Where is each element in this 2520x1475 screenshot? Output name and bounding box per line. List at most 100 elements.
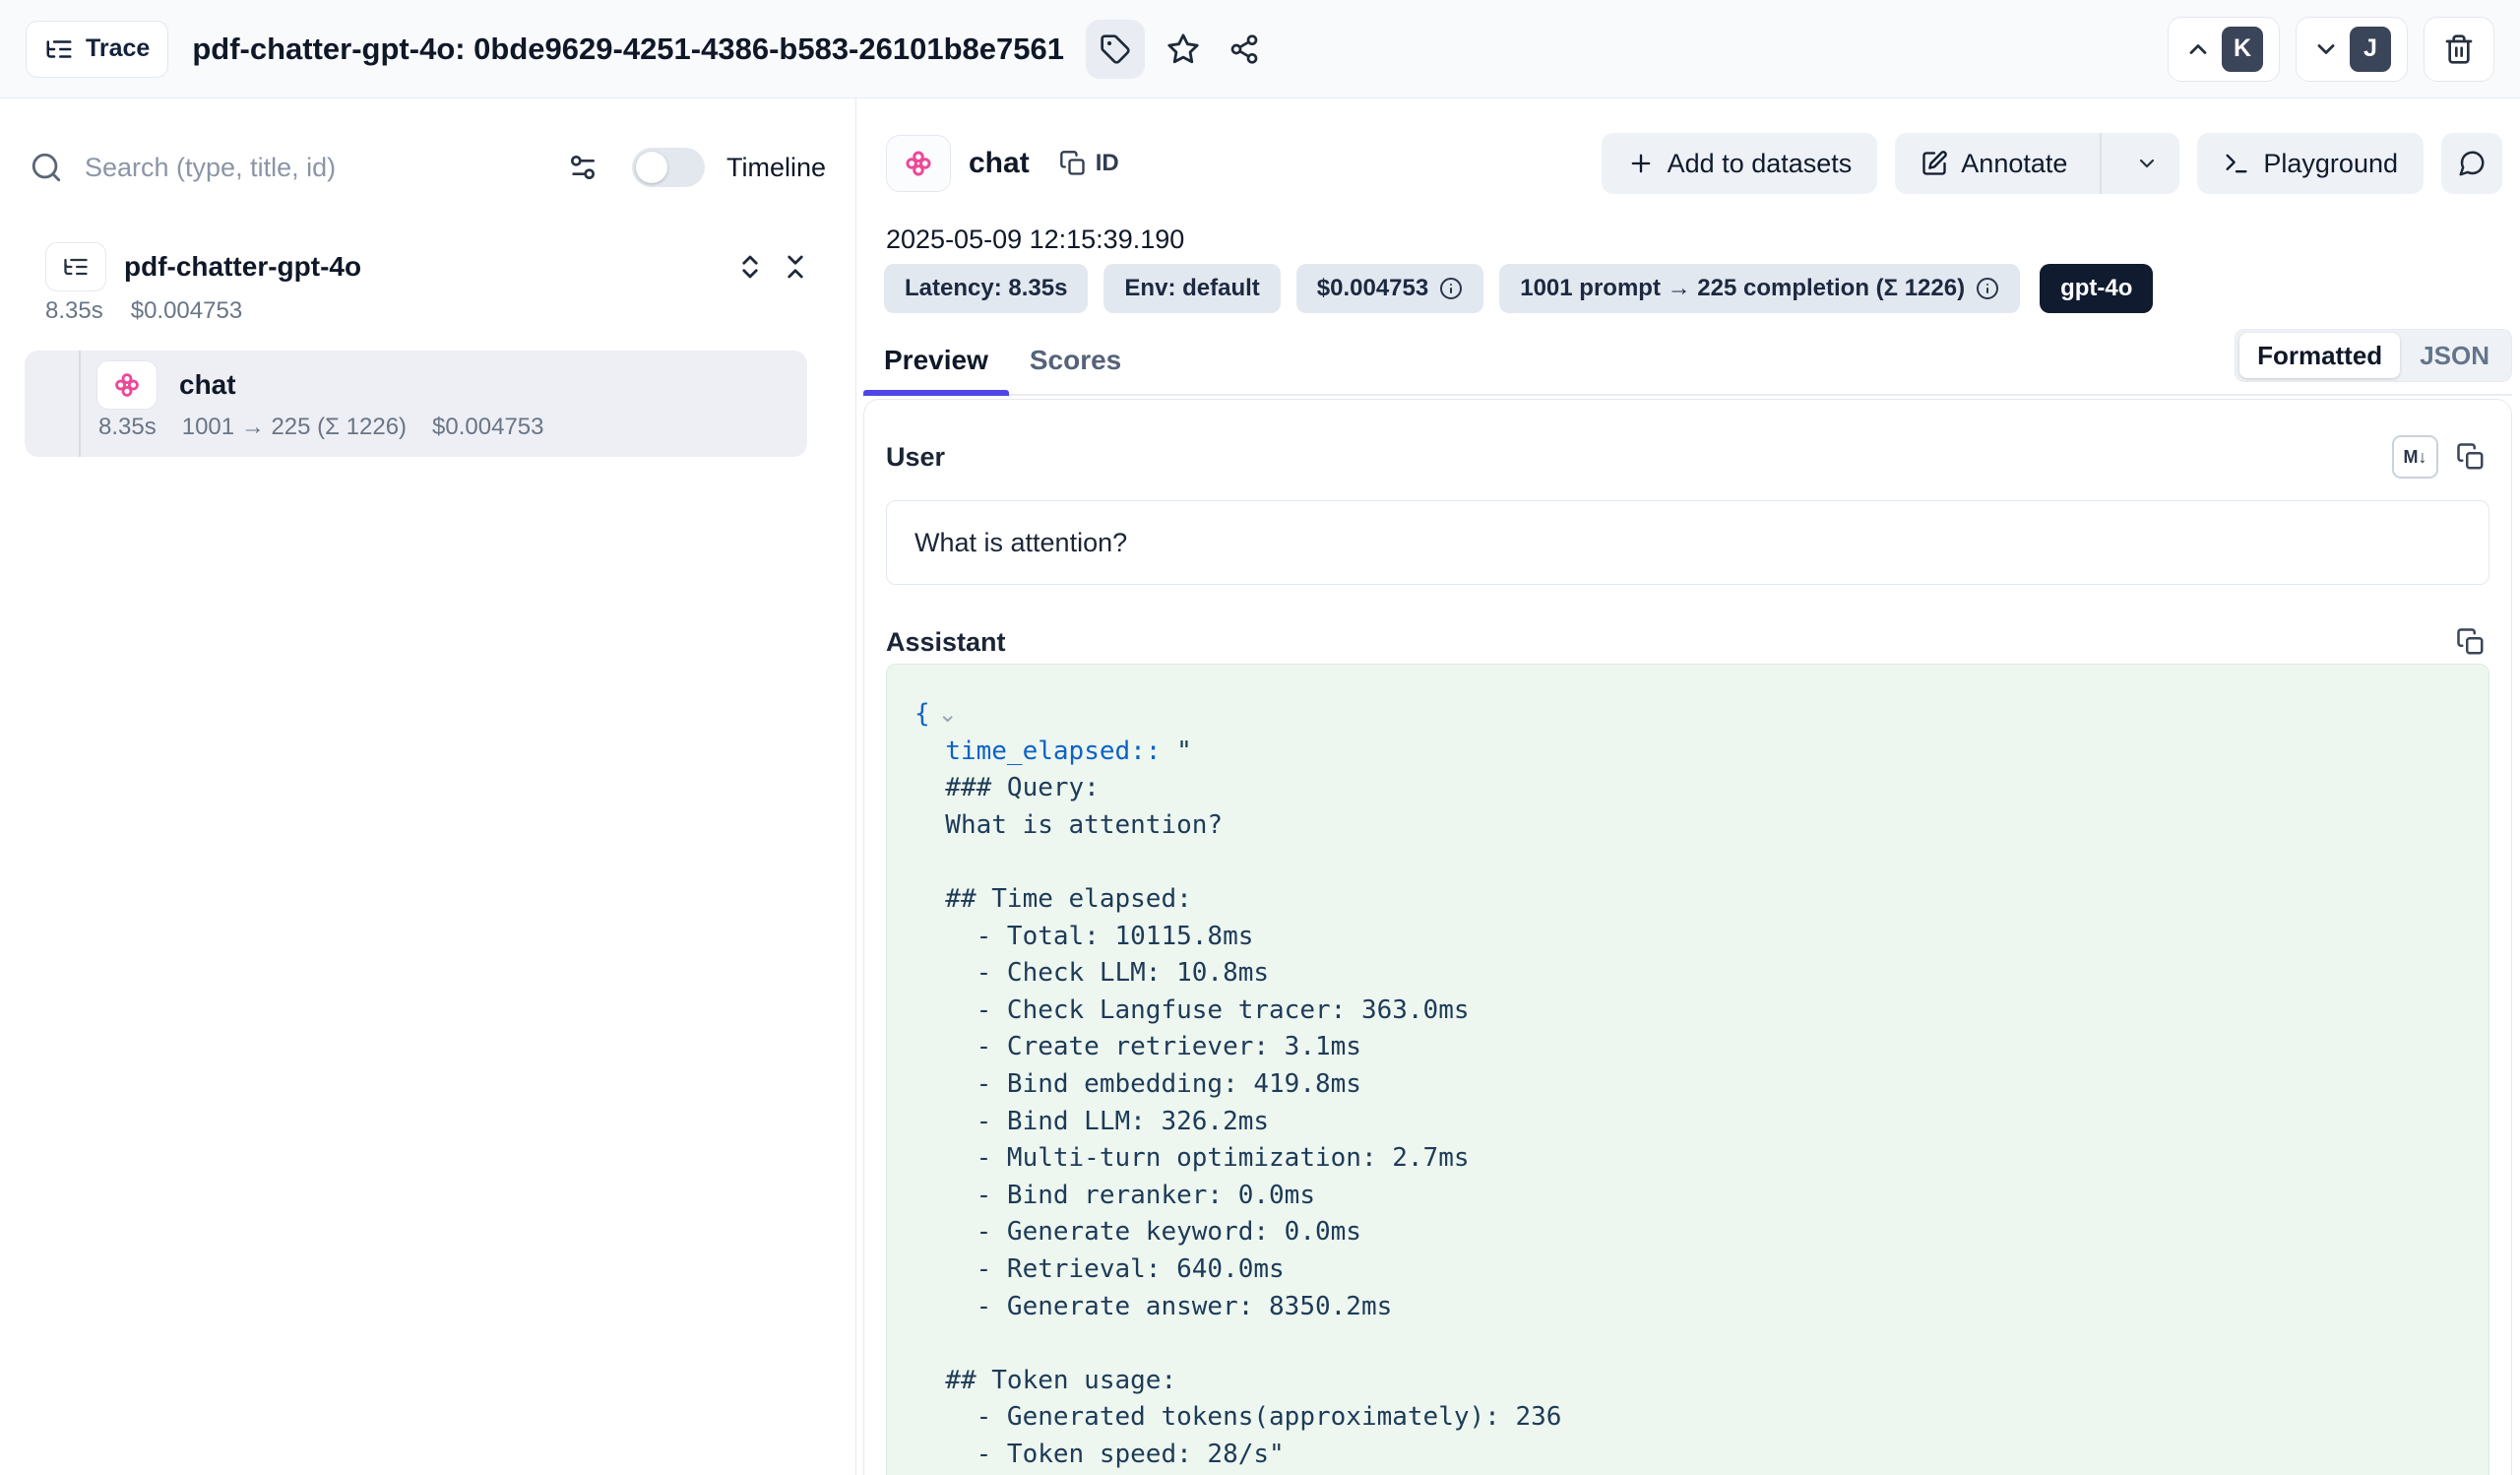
filter-settings-icon[interactable] bbox=[567, 152, 598, 183]
observation-detail: chat ID Add to datasets An bbox=[856, 98, 2520, 1475]
code-line: - Total: 10115.8ms bbox=[914, 919, 2469, 956]
trace-detail-page: { "header": { "badge_label": "Trace", "t… bbox=[0, 0, 2520, 1475]
tabs-row: Preview Scores Formatted JSON bbox=[863, 325, 2512, 396]
comment-bubble-icon bbox=[2457, 149, 2487, 178]
metric-badge: Latency: 8.35s bbox=[884, 264, 1088, 313]
preview-panel: User M↓ What is attention? Assistant bbox=[863, 399, 2512, 1475]
nav-next-button[interactable]: J bbox=[2296, 17, 2408, 82]
user-section-header: User M↓ bbox=[864, 400, 2511, 479]
markdown-toggle-button[interactable]: M↓ bbox=[2392, 435, 2438, 479]
annotate-label: Annotate bbox=[1961, 149, 2067, 179]
root-latency: 8.35s bbox=[45, 297, 103, 325]
code-line bbox=[914, 1325, 2469, 1363]
trace-node-badge bbox=[45, 242, 106, 291]
format-json[interactable]: JSON bbox=[2402, 333, 2507, 378]
tree-node-label: chat bbox=[179, 369, 236, 401]
tab-preview[interactable]: Preview bbox=[863, 345, 1009, 394]
trash-icon bbox=[2443, 33, 2475, 65]
nav-previous-button[interactable]: K bbox=[2168, 17, 2280, 82]
playground-button[interactable]: Playground bbox=[2197, 133, 2424, 194]
code-line: ## Time elapsed: bbox=[914, 881, 2469, 919]
info-icon[interactable] bbox=[1439, 277, 1463, 300]
button-divider bbox=[2100, 133, 2102, 194]
code-line: - Bind reranker: 0.0ms bbox=[914, 1178, 2469, 1215]
annotate-dropdown-button[interactable] bbox=[2114, 133, 2179, 194]
info-icon[interactable] bbox=[1976, 277, 1999, 300]
trace-badge-label: Trace bbox=[86, 34, 150, 63]
add-to-datasets-button[interactable]: Add to datasets bbox=[1602, 133, 1878, 194]
chevron-up-icon bbox=[2184, 35, 2212, 63]
node-latency: 8.35s bbox=[98, 414, 157, 441]
pinwheel-icon bbox=[111, 369, 143, 401]
tree-indent-guide bbox=[79, 351, 81, 457]
code-line: - Token speed: 28/s" bbox=[914, 1437, 2469, 1474]
root-cost: $0.004753 bbox=[131, 297, 242, 325]
chevron-down-icon bbox=[2135, 152, 2159, 175]
tag-icon bbox=[1100, 33, 1131, 65]
pinwheel-icon bbox=[902, 147, 935, 180]
tree-expand-controls bbox=[735, 252, 810, 282]
tree-node-metrics: 8.35s 1001 → 225 (Σ 1226) $0.004753 bbox=[98, 414, 544, 441]
trace-root-metrics: 8.35s $0.004753 bbox=[45, 297, 242, 325]
toggle-knob bbox=[636, 152, 667, 183]
star-button[interactable] bbox=[1161, 27, 1206, 72]
metric-badge: $0.004753 bbox=[1296, 264, 1483, 313]
metric-badge: Env: default bbox=[1103, 264, 1280, 313]
node-tokens: 1001 → 225 (Σ 1226) bbox=[182, 414, 407, 441]
code-line: - Generate keyword: 0.0ms bbox=[914, 1214, 2469, 1251]
tree-node-chat[interactable]: chat 8.35s 1001 → 225 (Σ 1226) $0.004753 bbox=[25, 351, 807, 457]
model-badge: gpt-4o bbox=[2040, 264, 2153, 313]
observation-title: chat bbox=[969, 147, 1030, 180]
timeline-toggle[interactable] bbox=[632, 148, 705, 187]
comments-button[interactable] bbox=[2441, 133, 2502, 194]
timeline-label: Timeline bbox=[726, 153, 826, 183]
collapse-all-icon[interactable] bbox=[781, 252, 810, 282]
share-button[interactable] bbox=[1222, 27, 1267, 72]
id-label: ID bbox=[1096, 150, 1119, 177]
list-tree-icon bbox=[44, 34, 74, 64]
code-line: time_elapsed:: " bbox=[914, 734, 2469, 771]
format-formatted[interactable]: Formatted bbox=[2239, 333, 2400, 378]
search-row: Timeline bbox=[30, 128, 826, 207]
search-input[interactable] bbox=[83, 152, 567, 184]
copy-icon bbox=[2456, 442, 2486, 472]
observation-header: chat ID Add to datasets An bbox=[886, 131, 2502, 196]
copy-user-content-button[interactable] bbox=[2456, 442, 2486, 472]
code-line: - Check LLM: 10.8ms bbox=[914, 955, 2469, 993]
annotate-split-button: Annotate bbox=[1895, 133, 2179, 194]
tab-scores[interactable]: Scores bbox=[1009, 345, 1142, 394]
code-line: ## Token usage: bbox=[914, 1363, 2469, 1400]
badge-label: 1001 prompt → 225 completion (Σ 1226) bbox=[1520, 275, 1965, 302]
tree-root-row[interactable]: pdf-chatter-gpt-4o bbox=[45, 241, 810, 292]
edit-square-icon bbox=[1921, 150, 1948, 177]
share-icon bbox=[1228, 33, 1260, 65]
delete-trace-button[interactable] bbox=[2424, 17, 2494, 82]
code-line: - Generate answer: 8350.2ms bbox=[914, 1289, 2469, 1326]
top-bar-actions: K J bbox=[2168, 17, 2494, 82]
top-bar: Trace pdf-chatter-gpt-4o: 0bde9629-4251-… bbox=[0, 0, 2520, 98]
collapse-json-icon[interactable]: ⌄ bbox=[938, 701, 958, 728]
assistant-json: {⌄ time_elapsed:: " ### Query: What is a… bbox=[887, 665, 2488, 1475]
tag-button[interactable] bbox=[1086, 20, 1145, 79]
playground-label: Playground bbox=[2263, 149, 2398, 179]
trace-root-name: pdf-chatter-gpt-4o bbox=[124, 251, 361, 283]
badge-label: Env: default bbox=[1124, 275, 1259, 302]
code-line: - Multi-turn optimization: 2.7ms bbox=[914, 1140, 2469, 1178]
chevron-down-icon bbox=[2312, 35, 2340, 63]
code-line bbox=[914, 844, 2469, 881]
copy-assistant-content-button[interactable] bbox=[2456, 627, 2486, 657]
shortcut-key-k: K bbox=[2222, 27, 2263, 72]
copy-icon bbox=[1059, 150, 1087, 177]
search-icon bbox=[30, 151, 63, 184]
list-tree-icon bbox=[62, 253, 90, 281]
generation-node-badge bbox=[96, 360, 158, 410]
badge-label: gpt-4o bbox=[2060, 275, 2132, 302]
add-to-datasets-label: Add to datasets bbox=[1668, 149, 1853, 179]
code-line: What is attention? bbox=[914, 807, 2469, 845]
page-title: pdf-chatter-gpt-4o: 0bde9629-4251-4386-b… bbox=[192, 32, 1064, 67]
assistant-heading: Assistant bbox=[886, 627, 1006, 658]
copy-id-button[interactable]: ID bbox=[1059, 150, 1119, 177]
expand-all-icon[interactable] bbox=[735, 252, 765, 282]
trace-tree-sidebar: Timeline pdf-chatter-gpt-4o 8.35s $0.004… bbox=[0, 98, 856, 1475]
annotate-button[interactable]: Annotate bbox=[1895, 133, 2087, 194]
